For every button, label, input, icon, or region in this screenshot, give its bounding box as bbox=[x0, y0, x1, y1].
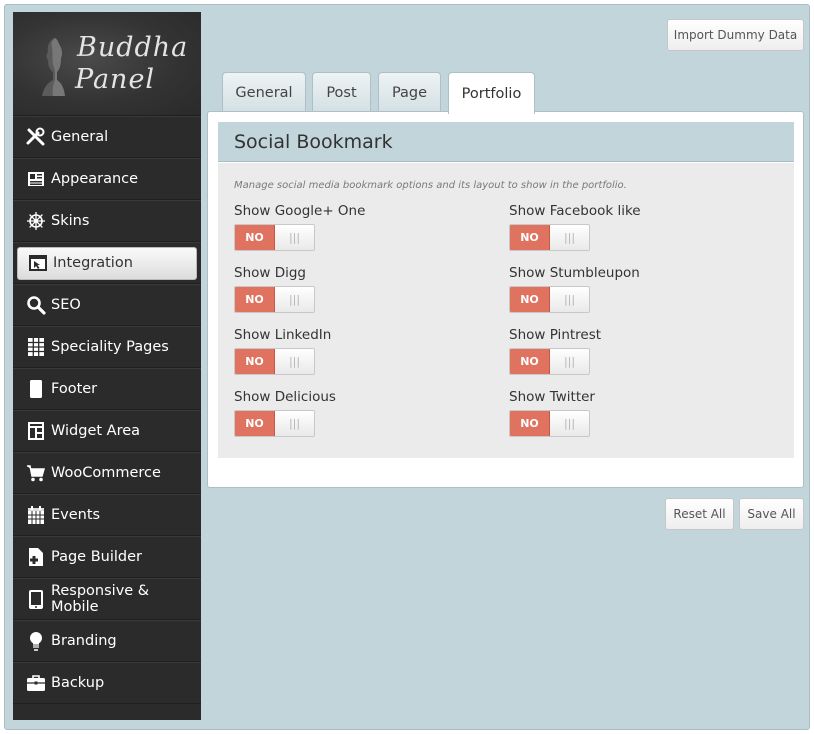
sidebar-item-label: General bbox=[51, 129, 109, 145]
ship-wheel-icon bbox=[25, 210, 47, 232]
option-digg: Show Digg NO ||| bbox=[234, 265, 494, 325]
sidebar-item-page-builder[interactable]: Page Builder bbox=[13, 536, 201, 578]
calendar-icon bbox=[25, 504, 47, 526]
save-all-button[interactable]: Save All bbox=[739, 498, 804, 530]
option-label: Show Twitter bbox=[509, 389, 595, 405]
tab-general[interactable]: General bbox=[222, 72, 306, 112]
sidebar-item-label: Responsive & Mobile bbox=[50, 583, 150, 615]
sidebar-item-general[interactable]: General bbox=[13, 116, 201, 158]
logo-text-line2: Panel bbox=[75, 64, 156, 95]
section-description: Manage social media bookmark options and… bbox=[234, 180, 627, 191]
option-delicious: Show Delicious NO ||| bbox=[234, 389, 494, 449]
delicious-toggle[interactable]: NO ||| bbox=[234, 410, 315, 437]
sidebar-item-woocommerce[interactable]: WooCommerce bbox=[13, 452, 201, 494]
sidebar-item-events[interactable]: Events bbox=[13, 494, 201, 536]
linkedin-toggle[interactable]: NO ||| bbox=[234, 348, 315, 375]
grid-icon bbox=[25, 336, 47, 358]
google-plus-one-toggle[interactable]: NO ||| bbox=[234, 224, 315, 251]
facebook-like-toggle[interactable]: NO ||| bbox=[509, 224, 590, 251]
option-pintrest: Show Pintrest NO ||| bbox=[509, 327, 769, 387]
sidebar-item-integration[interactable]: Integration bbox=[13, 242, 201, 284]
toggle-grip: ||| bbox=[550, 411, 589, 436]
section-body: Manage social media bookmark options and… bbox=[218, 163, 794, 458]
toggle-grip: ||| bbox=[275, 287, 314, 312]
sidebar-item-label: Page Builder bbox=[51, 549, 142, 565]
section-title: Social Bookmark bbox=[218, 122, 794, 162]
option-label: Show Digg bbox=[234, 265, 307, 281]
option-label: Show LinkedIn bbox=[234, 327, 332, 343]
sidebar-item-label: Widget Area bbox=[51, 423, 141, 439]
digg-toggle[interactable]: NO ||| bbox=[234, 286, 315, 313]
option-linkedin: Show LinkedIn NO ||| bbox=[234, 327, 494, 387]
wrench-screwdriver-icon bbox=[25, 126, 47, 148]
logo-text-line1: Buddha bbox=[77, 32, 189, 63]
sidebar-item-speciality-pages[interactable]: Speciality Pages bbox=[13, 326, 201, 368]
sidebar-item-label: WooCommerce bbox=[51, 465, 161, 481]
toggle-grip: ||| bbox=[275, 411, 314, 436]
option-label: Show Delicious bbox=[234, 389, 336, 405]
toggle-state: NO bbox=[510, 411, 550, 436]
toggle-state: NO bbox=[510, 349, 550, 374]
mobile-icon bbox=[25, 588, 47, 610]
settings-panel: Social Bookmark Manage social media book… bbox=[207, 111, 804, 488]
sidebar-item-widget-area[interactable]: Widget Area bbox=[13, 410, 201, 452]
option-facebook-like: Show Facebook like NO ||| bbox=[509, 203, 769, 263]
sidebar-item-label: Appearance bbox=[51, 171, 139, 187]
toggle-grip: ||| bbox=[275, 349, 314, 374]
sidebar-item-label: Footer bbox=[51, 381, 98, 397]
sidebar-item-label: Events bbox=[51, 507, 101, 523]
logo: Buddha Panel bbox=[13, 12, 201, 116]
twitter-toggle[interactable]: NO ||| bbox=[509, 410, 590, 437]
toggle-state: NO bbox=[510, 225, 550, 250]
toggle-state: NO bbox=[235, 349, 275, 374]
widget-icon bbox=[25, 420, 47, 442]
sidebar-item-label: Speciality Pages bbox=[51, 339, 169, 355]
sidebar-item-skins[interactable]: Skins bbox=[13, 200, 201, 242]
toggle-grip: ||| bbox=[550, 287, 589, 312]
sidebar: Buddha Panel General Appearance Skins In… bbox=[13, 12, 201, 720]
toggle-grip: ||| bbox=[550, 349, 589, 374]
lightbulb-icon bbox=[25, 630, 47, 652]
option-label: Show Google+ One bbox=[234, 203, 366, 219]
pintrest-toggle[interactable]: NO ||| bbox=[509, 348, 590, 375]
window-cursor-icon bbox=[27, 252, 49, 274]
page-builder-icon bbox=[25, 546, 47, 568]
footer-icon bbox=[25, 378, 47, 400]
sidebar-item-label: Backup bbox=[51, 675, 105, 691]
sidebar-item-seo[interactable]: SEO bbox=[13, 284, 201, 326]
option-label: Show Facebook like bbox=[509, 203, 641, 219]
tab-page[interactable]: Page bbox=[378, 72, 441, 112]
sidebar-item-appearance[interactable]: Appearance bbox=[13, 158, 201, 200]
toggle-grip: ||| bbox=[550, 225, 589, 250]
option-stumbleupon: Show Stumbleupon NO ||| bbox=[509, 265, 769, 325]
cart-icon bbox=[25, 462, 47, 484]
tab-post[interactable]: Post bbox=[312, 72, 371, 112]
sidebar-item-label: SEO bbox=[51, 297, 81, 313]
sidebar-nav: General Appearance Skins Integration SEO… bbox=[13, 116, 201, 704]
tab-portfolio[interactable]: Portfolio bbox=[448, 72, 535, 114]
toggle-grip: ||| bbox=[275, 225, 314, 250]
reset-all-button[interactable]: Reset All bbox=[665, 498, 734, 530]
stumbleupon-toggle[interactable]: NO ||| bbox=[509, 286, 590, 313]
option-label: Show Pintrest bbox=[509, 327, 602, 343]
toggle-state: NO bbox=[235, 287, 275, 312]
toggle-state: NO bbox=[235, 411, 275, 436]
option-label: Show Stumbleupon bbox=[509, 265, 640, 281]
appearance-icon bbox=[25, 168, 47, 190]
sidebar-item-label: Integration bbox=[53, 255, 133, 271]
sidebar-item-footer[interactable]: Footer bbox=[13, 368, 201, 410]
sidebar-item-label: Skins bbox=[51, 213, 90, 229]
import-dummy-data-button[interactable]: Import Dummy Data bbox=[667, 19, 804, 51]
sidebar-item-branding[interactable]: Branding bbox=[13, 620, 201, 662]
buddha-bust-icon bbox=[42, 38, 65, 96]
toggle-state: NO bbox=[510, 287, 550, 312]
sidebar-item-backup[interactable]: Backup bbox=[13, 662, 201, 704]
briefcase-icon bbox=[25, 672, 47, 694]
sidebar-item-responsive-mobile[interactable]: Responsive & Mobile bbox=[13, 578, 201, 620]
option-google-plus-one: Show Google+ One NO ||| bbox=[234, 203, 494, 263]
search-icon bbox=[25, 294, 47, 316]
toggle-state: NO bbox=[235, 225, 275, 250]
sidebar-item-label: Branding bbox=[51, 633, 117, 649]
option-twitter: Show Twitter NO ||| bbox=[509, 389, 769, 449]
